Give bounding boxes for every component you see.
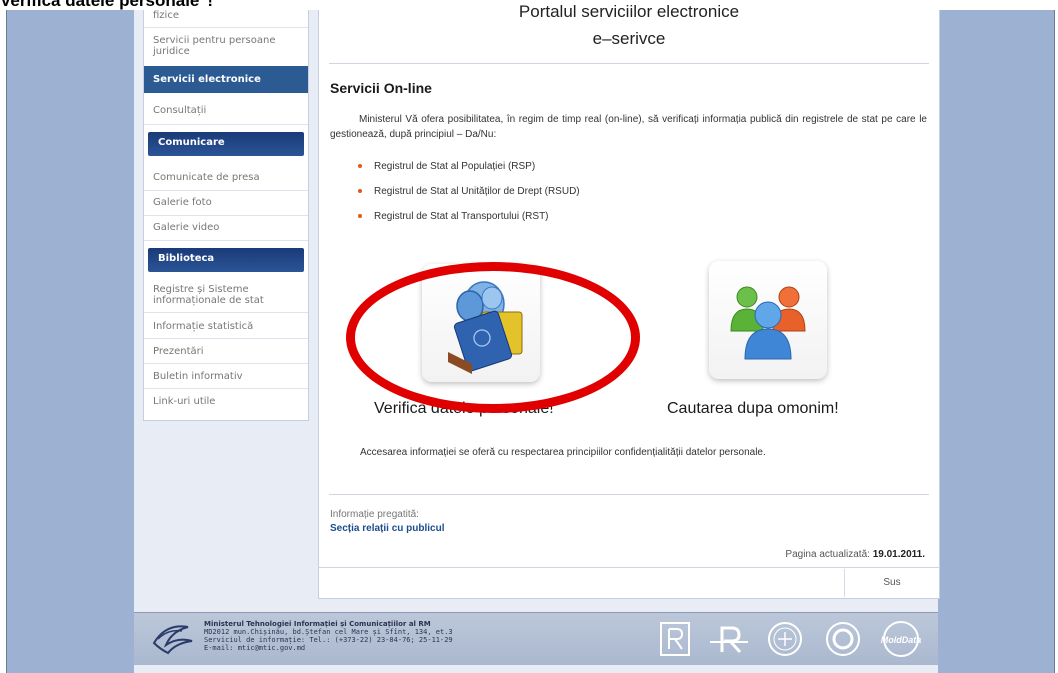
- registry-item: Registrul de Stat al Transportului (RST): [358, 211, 549, 222]
- molddata-text: MoldData: [881, 635, 922, 645]
- page-updated: Pagina actualizată: 19.01.2011.: [785, 549, 925, 560]
- registry-item: Registrul de Stat al Populației (RSP): [358, 161, 535, 172]
- registry-item: Registrul de Stat al Unităților de Drept…: [358, 186, 580, 197]
- portal-subtitle: e–serivce: [592, 29, 666, 48]
- sidebar-section-comunicare: Comunicare: [148, 132, 304, 156]
- sidebar-item-consultatii[interactable]: Consultații: [144, 105, 308, 116]
- users-group-icon: [730, 286, 806, 360]
- sidebar-item-juridice[interactable]: Servicii pentru persoane juridice: [144, 35, 294, 57]
- sidebar-divider: [144, 388, 308, 389]
- sidebar-item-fizice[interactable]: fizice: [144, 10, 308, 21]
- search-by-namesake-caption[interactable]: Cautarea dupa omonim!: [667, 400, 839, 418]
- divider: [329, 63, 929, 64]
- footer: Ministerul Tehnologiei Informației și Co…: [134, 612, 938, 665]
- intro-text: Ministerul Vă ofera posibilitatea, în re…: [330, 114, 927, 140]
- sidebar-divider: [144, 338, 308, 339]
- section-title: Servicii On-line: [330, 80, 432, 96]
- footer-phone: Serviciul de informație: Tel.: (+373-22)…: [204, 636, 453, 644]
- sidebar-item-prezentari[interactable]: Prezentări: [144, 346, 308, 357]
- sidebar-divider: [144, 312, 308, 313]
- sidebar-divider: [144, 215, 308, 216]
- sidebar-item-comunicate[interactable]: Comunicate de presa: [144, 172, 308, 183]
- bullet-icon: [358, 164, 362, 169]
- info-prepared-label: Informație pregatită:: [330, 509, 419, 520]
- sidebar: fizice Servicii pentru persoane juridice…: [143, 10, 309, 421]
- sidebar-section-biblioteca: Biblioteca: [148, 248, 304, 272]
- divider: [319, 567, 939, 568]
- partner-logo-r-icon[interactable]: [658, 620, 692, 658]
- registry-label: Registrul de Stat al Unităților de Drept…: [374, 186, 580, 197]
- updated-label: Pagina actualizată:: [785, 549, 870, 560]
- partner-logo-molddata-icon[interactable]: MoldData: [875, 620, 927, 658]
- portal-title: Portalul serviciilor electronice: [518, 2, 740, 21]
- partner-logo-r-stylized-icon[interactable]: [706, 620, 752, 658]
- bullet-icon: [358, 214, 362, 219]
- updated-date: 19.01.2011.: [872, 549, 925, 560]
- bullet-icon: [358, 189, 362, 194]
- sidebar-divider: [144, 27, 308, 28]
- footer-org-name: Ministerul Tehnologiei Informației și Co…: [204, 620, 431, 628]
- registry-label: Registrul de Stat al Transportului (RST): [374, 211, 549, 222]
- access-note: Accesarea informației se oferă cu respec…: [360, 447, 766, 458]
- footer-contact: Ministerul Tehnologiei Informației și Co…: [204, 620, 453, 652]
- ministry-logo-icon: [152, 625, 193, 655]
- highlight-ellipse: [346, 262, 640, 413]
- registry-label: Registrul de Stat al Populației (RSP): [374, 161, 536, 172]
- sidebar-item-galerie-foto[interactable]: Galerie foto: [144, 197, 308, 208]
- sidebar-divider: [144, 190, 308, 191]
- sidebar-divider: [144, 124, 308, 125]
- back-to-top-link[interactable]: Sus: [845, 577, 939, 588]
- sidebar-item-link-uri[interactable]: Link-uri utile: [144, 396, 308, 407]
- sidebar-item-servicii-electronice[interactable]: Servicii electronice: [144, 66, 308, 93]
- sidebar-item-galerie-video[interactable]: Galerie video: [144, 222, 308, 233]
- divider: [329, 494, 929, 495]
- footer-address: MD2012 mun.Chișinău, bd.Ștefan cel Mare …: [204, 628, 453, 636]
- sidebar-item-statistica[interactable]: Informație statistică: [144, 321, 308, 332]
- public-relations-link[interactable]: Secția relații cu publicul: [330, 523, 444, 534]
- footer-email[interactable]: E-mail: mtic@mtic.gov.md: [204, 644, 305, 652]
- search-by-namesake-tile[interactable]: [709, 261, 827, 379]
- partner-logo-cnpr-icon[interactable]: [766, 620, 804, 658]
- sidebar-divider: [144, 240, 308, 241]
- sidebar-item-buletin[interactable]: Buletin informativ: [144, 371, 308, 382]
- partner-logo-seal-icon[interactable]: [824, 620, 862, 658]
- back-to-top-box: Sus: [844, 569, 939, 597]
- sidebar-divider: [144, 363, 308, 364]
- sidebar-item-registre[interactable]: Registre și Sisteme informaționale de st…: [144, 284, 294, 306]
